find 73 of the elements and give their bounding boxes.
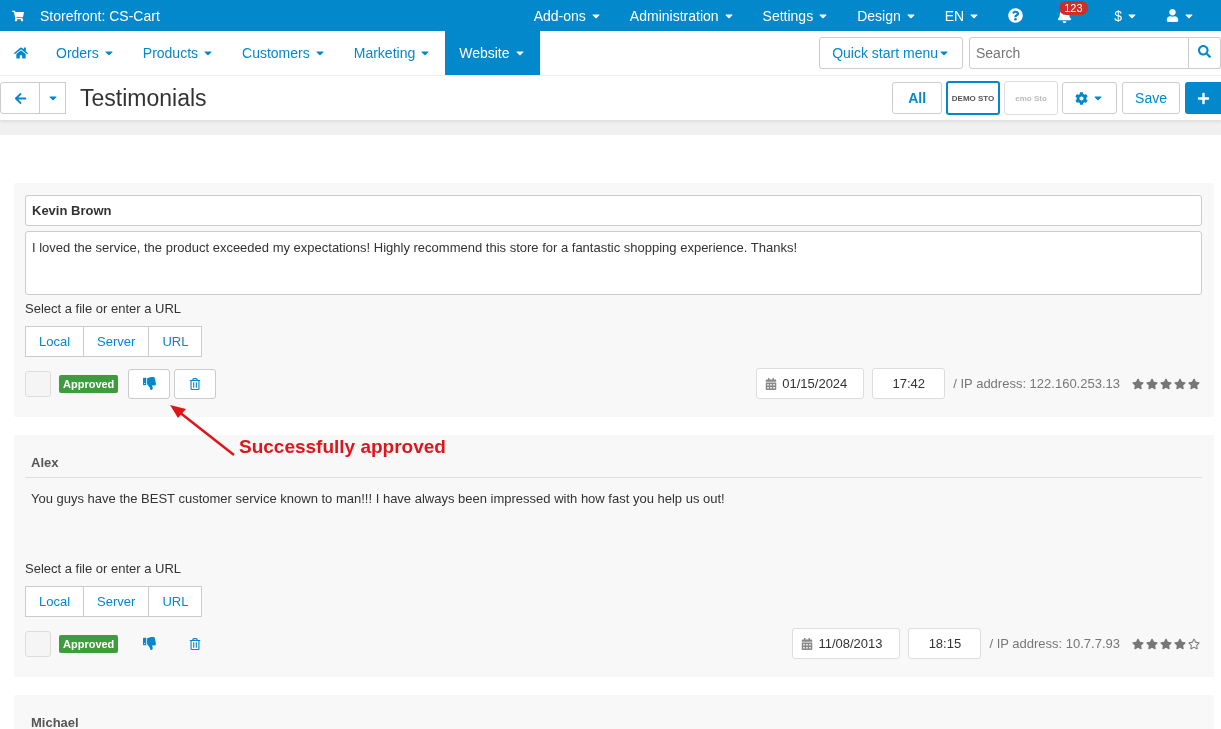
storefront-link[interactable]: Storefront: CS-Cart [24,0,160,31]
help-icon [1008,8,1024,23]
user-icon [1166,9,1179,22]
currency-menu[interactable]: $ [1100,0,1152,31]
source-tab[interactable]: Local [25,326,85,357]
date-value: 11/08/2013 [818,636,883,651]
top-menu[interactable]: Add-ons [519,0,616,31]
home-icon [14,46,28,60]
ip-address: / IP address: 10.7.7.93 [989,636,1120,651]
star-icon [1188,377,1200,390]
annotation-arrow [168,403,236,457]
source-tab[interactable]: Server [83,326,150,357]
source-tab[interactable]: Local [25,586,85,617]
cart-icon [12,9,24,22]
time-field[interactable]: 18:15 [908,628,982,659]
file-label: Select a file or enter a URL [25,301,183,316]
status-label: Approved [59,374,119,393]
status-label: Approved [59,634,119,653]
rating-stars[interactable] [1132,377,1200,390]
trash-icon [189,637,202,650]
calendar-icon [765,377,778,390]
back-arrow-icon [13,91,27,105]
calendar-icon [801,637,814,650]
notification-count: 123 [1059,1,1088,15]
top-menu[interactable]: Settings [748,0,844,31]
name-field[interactable]: Kevin Brown [25,195,1202,226]
star-icon [1132,377,1144,390]
message-field[interactable]: You guys have the BEST customer service known to man!!! I have always been impressed with how fast you help us out! [25,483,1202,555]
star-icon [1132,637,1144,650]
source-tab[interactable]: URL [148,586,203,617]
star-icon [1146,637,1158,650]
back-button[interactable] [0,82,40,114]
search-icon [1198,45,1211,58]
star-icon [1160,377,1172,390]
time-field[interactable]: 17:42 [872,368,946,399]
gear-icon [1075,91,1089,105]
quick-start-button[interactable]: Quick start menu [819,37,963,69]
all-stores-button[interactable]: All [892,82,943,114]
date-field[interactable]: 01/15/2024 [756,368,865,399]
thumbs-down-icon [142,637,156,650]
notifications-button[interactable]: 123 [1037,0,1101,31]
settings-button[interactable] [1062,82,1118,114]
search-field[interactable]: Search [969,37,1189,69]
star-icon [1174,377,1186,390]
star-outline-icon [1188,637,1200,650]
star-icon [1174,637,1186,650]
storefront-button[interactable]: DEMO STO [946,81,1001,115]
source-tab[interactable]: URL [148,326,203,357]
star-icon [1160,637,1172,650]
date-value: 01/15/2024 [782,376,848,391]
delete-button[interactable] [174,368,217,399]
message-field[interactable]: I loved the service, the product exceeded my expectations! Highly recommend this store for a fantastic shopping experience. Thanks! [25,231,1202,295]
save-button[interactable]: Save [1122,82,1180,114]
rating-stars[interactable] [1132,637,1200,650]
file-label: Select a file or enter a URL [25,561,183,576]
source-tab[interactable]: Server [83,586,150,617]
name-field[interactable]: Michael [25,707,1202,729]
disapprove-button[interactable] [128,368,171,399]
date-field[interactable]: 11/08/2013 [792,628,901,659]
top-menu[interactable]: EN [930,0,995,31]
ip-address: / IP address: 122.160.253.13 [953,376,1120,391]
page-title: Testimonials [80,84,207,112]
checkbox[interactable] [25,370,51,397]
plus-icon [1196,91,1210,105]
top-menu[interactable]: Design [843,0,931,31]
nav-tab[interactable]: Website [445,31,540,75]
search-button[interactable] [1189,37,1221,69]
trash-icon [189,377,202,390]
checkbox[interactable] [25,630,51,657]
thumbs-down-icon [142,377,156,390]
add-button[interactable] [1185,82,1221,114]
star-icon [1146,377,1158,390]
top-menu[interactable]: Administration [615,0,749,31]
